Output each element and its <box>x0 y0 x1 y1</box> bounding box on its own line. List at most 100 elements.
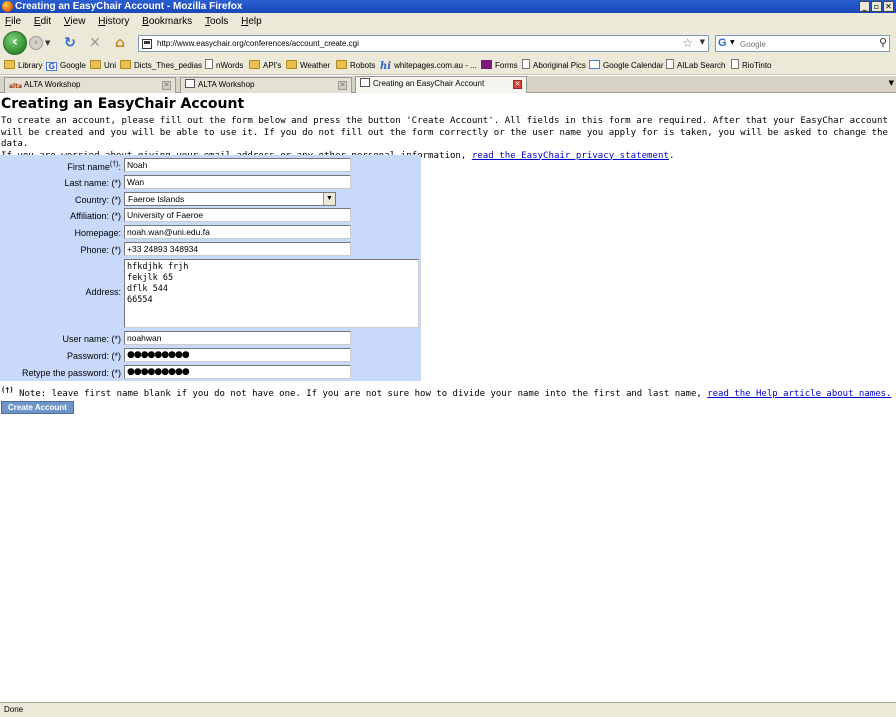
privacy-statement-link[interactable]: read the EasyChair privacy statement <box>472 151 669 161</box>
menu-bookmarks[interactable]: Bookmarks <box>142 13 192 30</box>
first-name-label: First name(†): <box>67 161 121 172</box>
bookmark-whitepages[interactable]: hi whitepages.com.au - ... <box>380 57 477 74</box>
url-input[interactable] <box>157 37 677 50</box>
google-icon: G <box>46 62 57 71</box>
bookmark-weather[interactable]: Weather <box>286 57 330 74</box>
last-name-label: Last name: (*) <box>64 178 121 188</box>
firefox-icon <box>2 1 13 12</box>
window-titlebar: Creating an EasyChair Account - Mozilla … <box>0 0 896 13</box>
home-icon[interactable]: ⌂ <box>112 35 128 51</box>
search-magnifier-icon[interactable]: ⚲ <box>879 36 887 49</box>
url-dropdown-icon[interactable]: ▼ <box>700 38 705 46</box>
folder-icon <box>90 60 101 69</box>
stop-icon[interactable]: ✕ <box>87 35 103 51</box>
menu-help[interactable]: Help <box>241 13 262 30</box>
page-icon <box>666 59 674 69</box>
bookmark-nwords[interactable]: nWords <box>205 57 243 74</box>
help-article-names-link[interactable]: read the Help article about names. <box>707 389 891 399</box>
password-label: Password: (*) <box>66 351 121 361</box>
country-select[interactable]: Faeroe Islands ▼ <box>124 192 336 206</box>
phone-input[interactable] <box>124 242 351 256</box>
affiliation-input[interactable] <box>124 208 351 222</box>
username-label: User name: (*) <box>62 334 121 344</box>
homepage-input[interactable] <box>124 225 351 239</box>
bookmark-aboriginal-pics[interactable]: Aboriginal Pics <box>522 57 586 74</box>
affiliation-label: Affiliation: (*) <box>70 211 121 221</box>
bookmark-uni[interactable]: Uni <box>90 57 116 74</box>
bookmark-ailab-search[interactable]: AILab Search <box>666 57 725 74</box>
tab-alta-workshop-2[interactable]: ALTA Workshop ✕ <box>180 77 352 93</box>
retype-password-input[interactable] <box>124 365 351 379</box>
tab-list-dropdown-icon[interactable]: ▼ <box>889 79 894 87</box>
page-title: Creating an EasyChair Account <box>1 96 245 112</box>
search-bar[interactable]: G ▼ ⚲ <box>715 35 890 52</box>
google-search-engine-icon[interactable]: G <box>718 37 727 49</box>
username-input[interactable] <box>124 331 351 345</box>
password-input[interactable] <box>124 348 351 362</box>
bookmarks-toolbar: Library G Google Uni Dicts_Thes_pedias nW… <box>0 57 896 75</box>
menu-history[interactable]: History <box>98 13 129 30</box>
bookmark-forms[interactable]: Forms <box>481 57 518 74</box>
search-input[interactable] <box>740 38 870 50</box>
hi-icon: hi <box>380 61 392 72</box>
tab-bar: alta ALTA Workshop ✕ ALTA Workshop ✕ Crea… <box>0 76 896 93</box>
folder-icon <box>336 60 347 69</box>
search-engine-dropdown-icon[interactable]: ▼ <box>730 39 735 46</box>
country-label: Country: (*) <box>74 195 121 205</box>
page-content: Creating an EasyChair Account To create … <box>0 94 896 702</box>
page-icon <box>360 78 370 87</box>
window-controls: _ ▫ ✕ <box>859 1 894 12</box>
name-note: (†) Note: leave first name blank if you … <box>1 386 892 399</box>
tab-alta-workshop-1[interactable]: alta ALTA Workshop ✕ <box>4 77 176 93</box>
window-title: Creating an EasyChair Account - Mozilla … <box>15 1 243 12</box>
folder-icon <box>249 60 260 69</box>
folder-icon <box>120 60 131 69</box>
address-textarea[interactable]: hfkdjhk frjh fekjlk 65 dflk 544 66554 <box>124 259 419 328</box>
close-window-button[interactable]: ✕ <box>883 1 894 12</box>
page-icon <box>522 59 530 69</box>
reload-icon[interactable]: ↻ <box>62 35 78 51</box>
bookmark-google[interactable]: G Google <box>46 57 86 74</box>
back-button[interactable]: ‹ <box>3 31 27 55</box>
bookmark-riotinto[interactable]: RioTinto <box>731 57 772 74</box>
forms-icon <box>481 60 492 69</box>
chevron-down-icon[interactable]: ▼ <box>323 193 335 205</box>
close-tab-icon[interactable]: ✕ <box>338 81 347 90</box>
status-text: Done <box>4 705 24 714</box>
account-form: First name(†): Last name: (*) Country: (… <box>0 155 421 381</box>
last-name-input[interactable] <box>124 175 351 189</box>
retype-password-label: Retype the password: (*) <box>21 368 121 378</box>
menu-tools[interactable]: Tools <box>205 13 228 30</box>
site-favicon-icon <box>142 39 152 49</box>
close-tab-icon[interactable]: ✕ <box>162 81 171 90</box>
bookmark-google-calendar[interactable]: Google Calendar <box>589 57 663 74</box>
maximize-button[interactable]: ▫ <box>871 1 882 12</box>
forward-button[interactable]: › <box>29 36 43 50</box>
menu-view[interactable]: View <box>64 13 86 30</box>
page-icon <box>205 59 213 69</box>
navigation-toolbar: ‹ › ▼ ↻ ✕ ⌂ ☆ ▼ G ▼ ⚲ <box>0 30 896 57</box>
menu-bar: File Edit View History Bookmarks Tools H… <box>0 13 896 30</box>
address-label: Address: <box>85 287 121 297</box>
history-dropdown-icon[interactable]: ▼ <box>45 39 50 47</box>
bookmark-library[interactable]: Library <box>4 57 42 74</box>
alta-favicon-icon: alta <box>9 83 23 90</box>
bookmark-apis[interactable]: API's <box>249 57 281 74</box>
calendar-icon <box>589 60 600 69</box>
phone-label: Phone: (*) <box>80 245 121 255</box>
folder-icon <box>4 60 15 69</box>
menu-file[interactable]: File <box>5 13 21 30</box>
homepage-label: Homepage: <box>74 228 121 238</box>
bookmark-star-icon[interactable]: ☆ <box>682 36 693 50</box>
first-name-input[interactable] <box>124 158 351 172</box>
page-icon <box>185 79 195 88</box>
bookmark-dicts[interactable]: Dicts_Thes_pedias <box>120 57 202 74</box>
url-bar[interactable]: ☆ ▼ <box>138 35 709 52</box>
close-tab-icon[interactable]: ✕ <box>513 80 522 89</box>
menu-edit[interactable]: Edit <box>34 13 51 30</box>
bookmark-robots[interactable]: Robots <box>336 57 375 74</box>
create-account-button[interactable]: Create Account <box>1 401 74 414</box>
status-bar: Done <box>0 702 896 717</box>
tab-creating-account[interactable]: Creating an EasyChair Account ✕ <box>355 76 527 93</box>
minimize-button[interactable]: _ <box>859 1 870 12</box>
